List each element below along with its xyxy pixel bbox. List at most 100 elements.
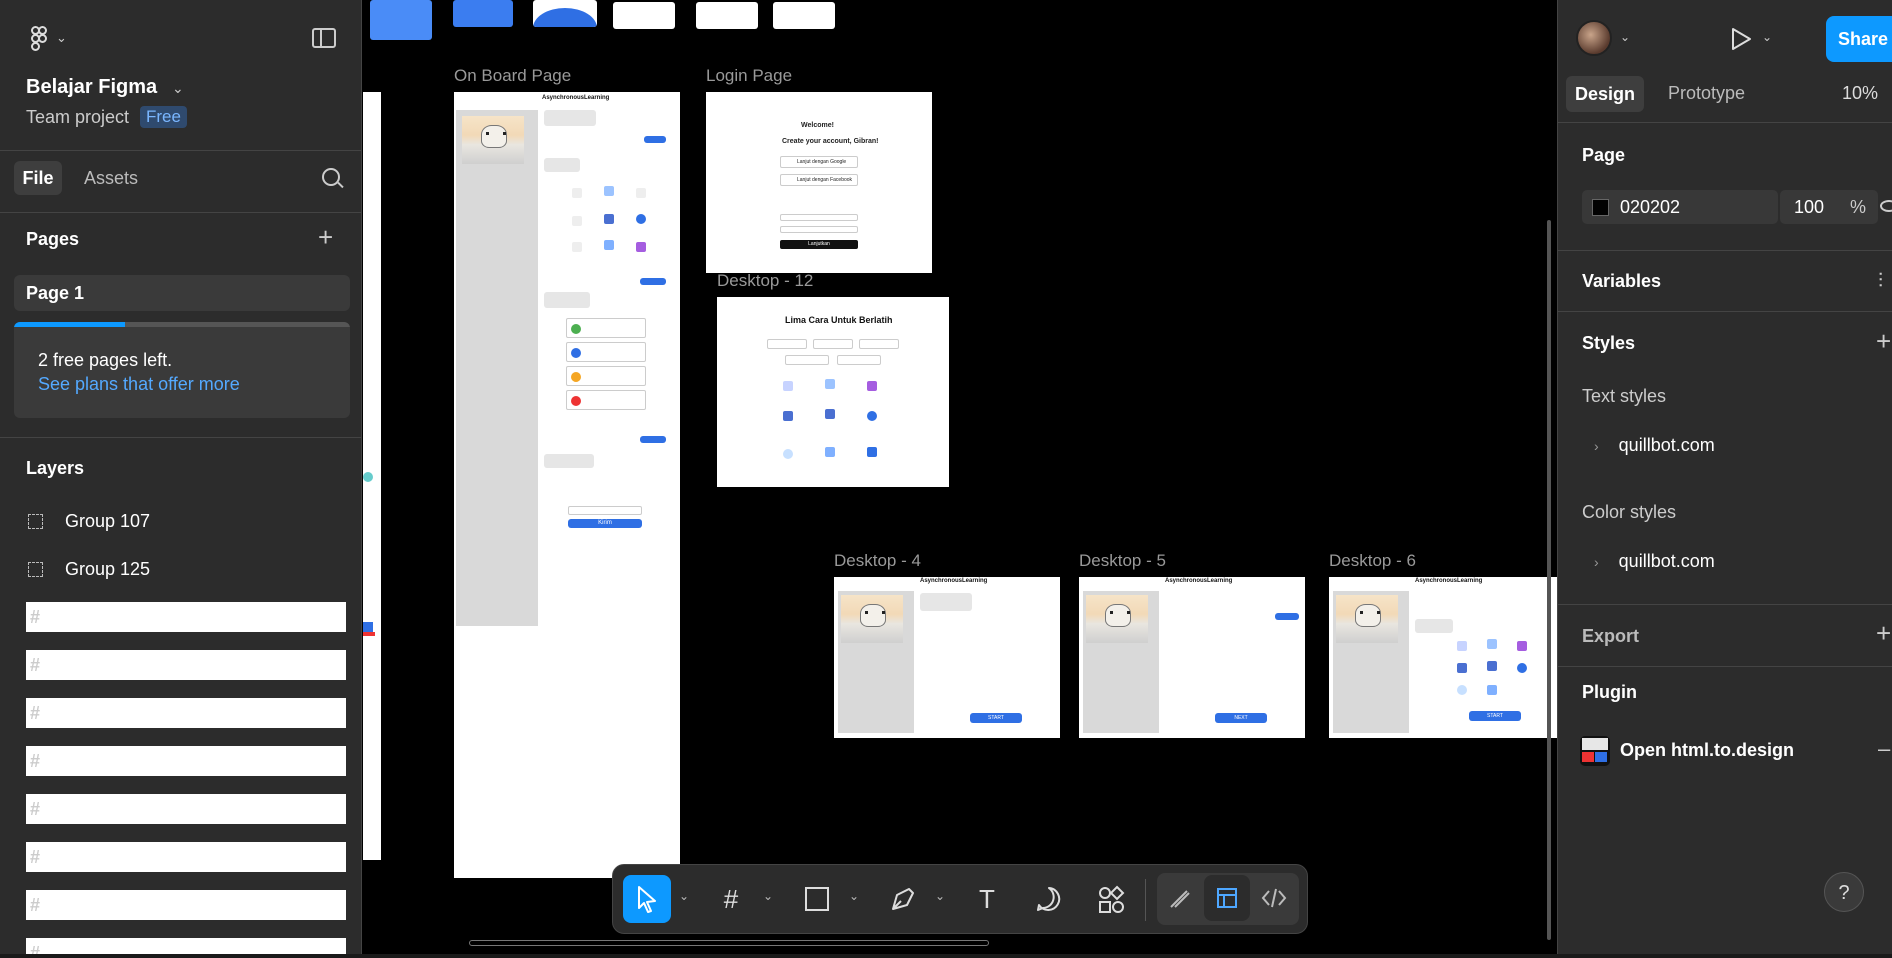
chevron-down-icon[interactable]: ⌄	[56, 30, 67, 46]
chevron-down-icon[interactable]: ⌄	[1762, 30, 1772, 44]
pen-tool-icon[interactable]	[879, 875, 927, 923]
chat-bubble	[544, 110, 596, 126]
free-pages-promo: 2 free pages left. See plans that offer …	[14, 322, 350, 418]
minus-icon[interactable]: –	[1878, 736, 1890, 762]
page-opacity-field[interactable]: 100 %	[1780, 190, 1878, 224]
frame-thumbnail[interactable]	[773, 2, 835, 29]
frame-label-d4[interactable]: Desktop - 4	[834, 551, 921, 571]
layer-item[interactable]: # Desktop - 6	[26, 890, 346, 920]
sidebar-column	[456, 110, 538, 626]
frame-thumbnail[interactable]	[696, 2, 758, 29]
tab-design[interactable]: Design	[1566, 76, 1644, 112]
plan-badge[interactable]: Free	[140, 106, 187, 128]
present-icon[interactable]	[1728, 26, 1754, 56]
layer-item[interactable]: # Footer	[26, 602, 346, 632]
variables-icon[interactable]: ⫶	[1878, 270, 1883, 293]
chevron-down-icon[interactable]: ⌄	[935, 889, 945, 903]
frame-icon: #	[29, 895, 40, 915]
text-tool-icon[interactable]: T	[963, 875, 1011, 923]
layer-item[interactable]: Group 107	[26, 506, 346, 536]
search-icon[interactable]	[322, 168, 340, 186]
design-mode-icon[interactable]	[1204, 875, 1250, 921]
eye-icon[interactable]	[1880, 200, 1892, 212]
tab-file[interactable]: File	[14, 161, 62, 195]
frame-label-d12[interactable]: Desktop - 12	[717, 271, 813, 291]
layer-label: Group 125	[65, 559, 151, 579]
chevron-down-icon[interactable]: ⌄	[849, 889, 859, 903]
tab-prototype[interactable]: Prototype	[1668, 83, 1745, 104]
layer-item[interactable]: # Desktop - 7	[26, 842, 346, 872]
share-button[interactable]: Share	[1826, 16, 1892, 62]
layer-item[interactable]: # Desktop - 8	[26, 794, 346, 824]
add-style-icon[interactable]: +	[1876, 328, 1891, 354]
figma-menu-icon[interactable]	[26, 26, 52, 52]
divider	[1558, 604, 1892, 605]
frame-desktop-4[interactable]: AsynchronousLearning START	[834, 577, 1060, 738]
page-item-page-1[interactable]: Page 1	[14, 275, 350, 311]
color-style-item[interactable]: › quillbot.com	[1594, 551, 1715, 572]
actions-tool-icon[interactable]	[1087, 875, 1135, 923]
add-page-icon[interactable]: +	[318, 224, 333, 250]
chevron-right-icon[interactable]: ›	[1594, 554, 1599, 570]
help-button[interactable]: ?	[1824, 872, 1864, 912]
frame-thumbnail[interactable]	[370, 0, 432, 40]
color-swatch[interactable]	[1592, 199, 1609, 216]
chevron-down-icon[interactable]: ⌄	[763, 889, 773, 903]
start-button: START	[970, 713, 1022, 723]
frame-label-d5[interactable]: Desktop - 5	[1079, 551, 1166, 571]
see-plans-link[interactable]: See plans that offer more	[38, 374, 240, 395]
toggle-sidebar-icon[interactable]	[312, 28, 336, 48]
canvas[interactable]: On Board Page AsynchronousLearning Kirim…	[363, 0, 1557, 958]
divider	[1558, 666, 1892, 667]
frame-onboard-page[interactable]: AsynchronousLearning Kirim	[454, 92, 680, 878]
dev-mode-icon[interactable]	[1251, 875, 1297, 921]
frame-desktop-12[interactable]: Lima Cara Untuk Berlatih	[717, 297, 949, 487]
variables-title[interactable]: Variables	[1582, 271, 1661, 292]
add-export-icon[interactable]: +	[1876, 620, 1891, 646]
rectangle-tool-icon[interactable]	[793, 875, 841, 923]
chevron-right-icon[interactable]: ›	[1594, 438, 1599, 454]
frame-header: AsynchronousLearning	[920, 578, 988, 584]
frame-thumbnail[interactable]	[613, 2, 675, 29]
start-button: START	[1469, 711, 1521, 721]
layer-item[interactable]: # Desktop - 9	[26, 746, 346, 776]
vertical-scrollbar[interactable]	[1547, 220, 1551, 940]
page-opacity-value[interactable]: 100	[1794, 197, 1824, 218]
move-tool-icon[interactable]	[623, 875, 671, 923]
frame-thumbnail[interactable]	[533, 0, 597, 27]
frame-label-d6[interactable]: Desktop - 6	[1329, 551, 1416, 571]
mode-switcher	[1157, 873, 1299, 925]
zoom-level[interactable]: 10%	[1842, 83, 1878, 104]
plugin-name[interactable]: Open html.to.design	[1620, 740, 1794, 761]
horizontal-scrollbar[interactable]	[469, 940, 989, 946]
html-to-design-plugin-icon[interactable]	[1580, 736, 1610, 766]
project-title[interactable]: Belajar Figma	[26, 76, 157, 99]
comment-tool-icon[interactable]	[1025, 875, 1073, 923]
draw-mode-icon[interactable]	[1157, 875, 1203, 921]
frame-login-page[interactable]: Welcome! Create your account, Gibran! La…	[706, 92, 932, 273]
avatar[interactable]	[1576, 20, 1612, 56]
frame-label-onboard[interactable]: On Board Page	[454, 66, 571, 86]
text-style-item[interactable]: › quillbot.com	[1594, 435, 1715, 456]
partial-frame[interactable]	[363, 92, 381, 860]
layer-item[interactable]: # Desktop - 11	[26, 650, 346, 680]
export-title[interactable]: Export	[1582, 626, 1639, 647]
page-color-value[interactable]: 020202	[1620, 197, 1680, 218]
frame-icon: #	[29, 655, 40, 675]
chevron-down-icon[interactable]: ⌄	[172, 80, 184, 97]
chat-bubble	[544, 158, 580, 172]
frame-tool-icon[interactable]: #	[707, 875, 755, 923]
frame-desktop-6[interactable]: AsynchronousLearning START	[1329, 577, 1557, 738]
frame-label-login[interactable]: Login Page	[706, 66, 792, 86]
layer-item[interactable]: # Desktop - 10	[26, 698, 346, 728]
layer-item[interactable]: Group 125	[26, 554, 346, 584]
chevron-down-icon[interactable]: ⌄	[679, 889, 689, 903]
next-button	[644, 136, 666, 143]
page-color-field[interactable]: 020202	[1582, 190, 1778, 224]
tab-assets[interactable]: Assets	[84, 168, 138, 189]
chevron-down-icon[interactable]: ⌄	[1620, 30, 1630, 44]
action-button	[640, 278, 666, 285]
pages-title: Pages	[26, 229, 80, 249]
frame-desktop-5[interactable]: AsynchronousLearning NEXT	[1079, 577, 1305, 738]
frame-thumbnail[interactable]	[453, 0, 513, 27]
